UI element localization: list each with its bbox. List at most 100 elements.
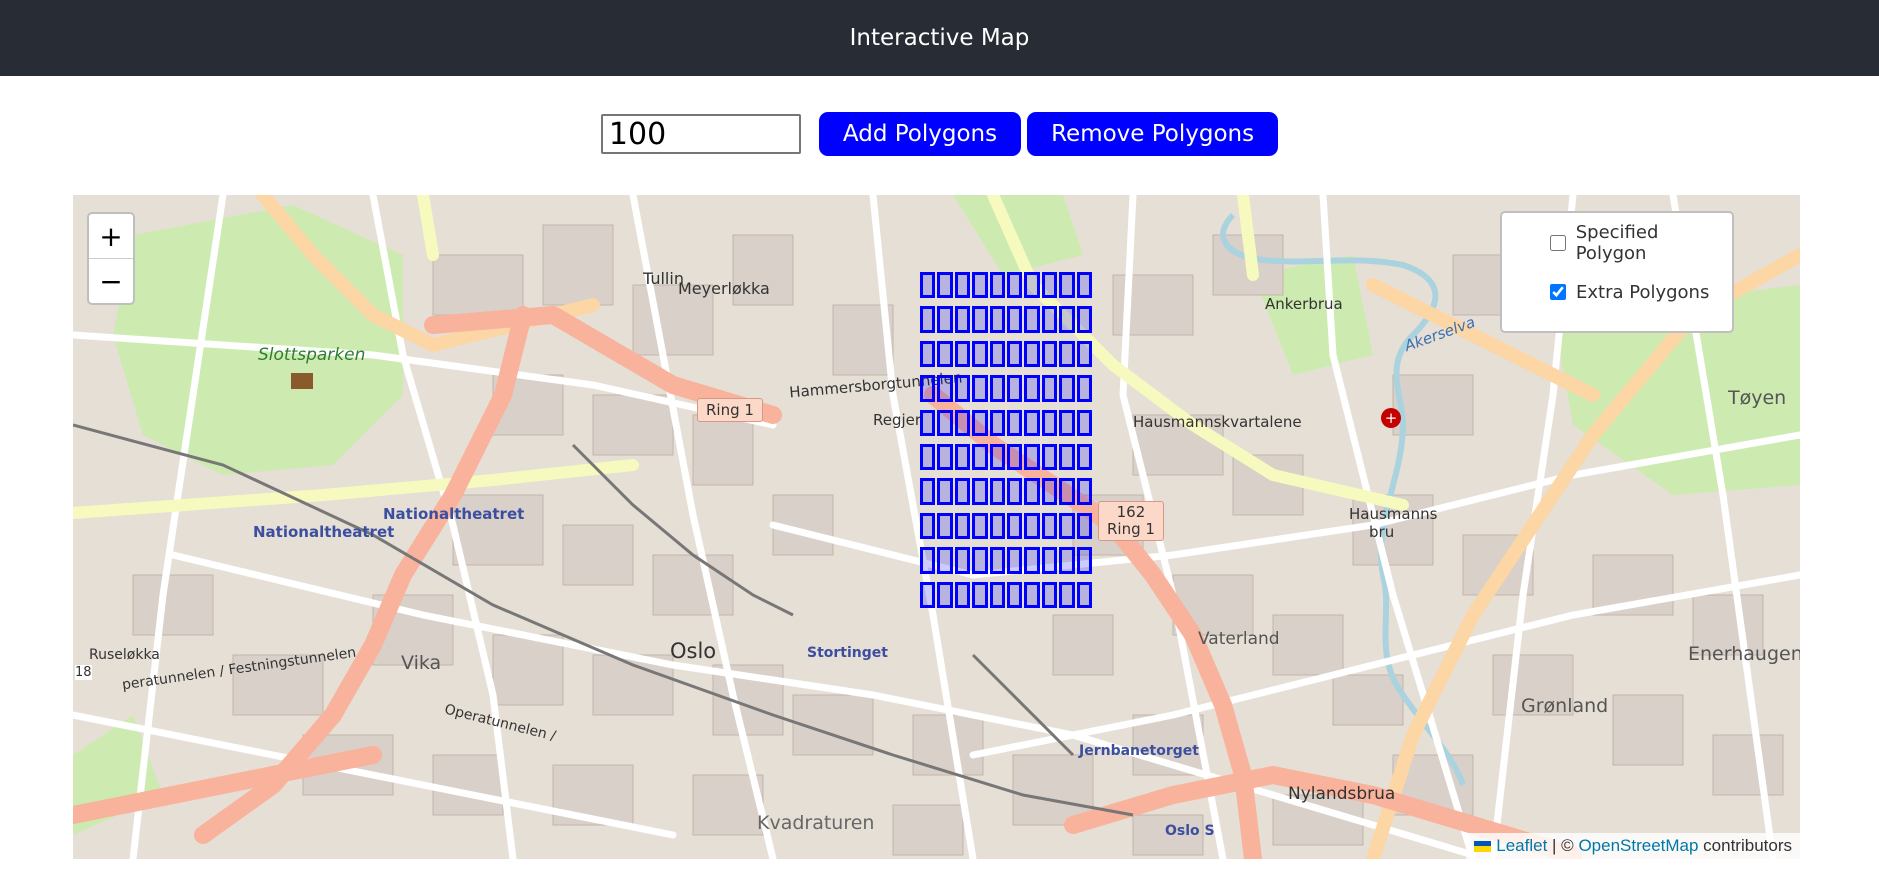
extra-polygon[interactable]: [1059, 306, 1075, 333]
extra-polygon[interactable]: [954, 272, 971, 299]
extra-polygon[interactable]: [937, 478, 953, 505]
extra-polygon[interactable]: [954, 340, 971, 368]
extra-polygon[interactable]: [989, 306, 1005, 333]
extra-polygon[interactable]: [920, 409, 936, 436]
layer-extra-polygons[interactable]: Extra Polygons: [1550, 280, 1732, 304]
extra-polygon[interactable]: [1024, 409, 1040, 436]
extra-polygon[interactable]: [954, 409, 971, 436]
extra-polygon[interactable]: [972, 444, 988, 471]
extra-polygon[interactable]: [1041, 547, 1058, 574]
extra-polygon[interactable]: [937, 340, 953, 368]
extra-polygon[interactable]: [1076, 272, 1092, 299]
extra-polygon[interactable]: [920, 581, 936, 608]
openstreetmap-link[interactable]: OpenStreetMap: [1578, 836, 1698, 856]
extra-polygon[interactable]: [1041, 272, 1058, 299]
extra-polygon[interactable]: [1076, 375, 1092, 402]
extra-polygon[interactable]: [1007, 306, 1023, 333]
extra-polygon[interactable]: [1076, 547, 1092, 574]
extra-polygon[interactable]: [989, 409, 1005, 436]
extra-polygon[interactable]: [1024, 478, 1040, 505]
extra-polygon[interactable]: [937, 547, 953, 574]
extra-polygon[interactable]: [1076, 306, 1092, 333]
extra-polygon[interactable]: [920, 512, 936, 540]
extra-polygon[interactable]: [989, 340, 1005, 368]
extra-polygon[interactable]: [1024, 340, 1040, 368]
extra-polygon[interactable]: [1007, 375, 1023, 402]
extra-polygon[interactable]: [1041, 444, 1058, 471]
specified-polygon-checkbox[interactable]: [1550, 235, 1566, 251]
extra-polygon[interactable]: [1059, 444, 1075, 471]
extra-polygon[interactable]: [972, 478, 988, 505]
extra-polygon[interactable]: [1024, 272, 1040, 299]
extra-polygon[interactable]: [972, 306, 988, 333]
extra-polygon[interactable]: [1024, 375, 1040, 402]
extra-polygon[interactable]: [920, 306, 936, 333]
extra-polygon[interactable]: [1007, 444, 1023, 471]
extra-polygon[interactable]: [937, 581, 953, 608]
extra-polygon[interactable]: [920, 272, 936, 299]
extra-polygon[interactable]: [1076, 581, 1092, 608]
extra-polygon[interactable]: [989, 512, 1005, 540]
extra-polygon[interactable]: [972, 512, 988, 540]
extra-polygon[interactable]: [1007, 272, 1023, 299]
extra-polygon[interactable]: [954, 478, 971, 505]
extra-polygon[interactable]: [937, 375, 953, 402]
extra-polygon[interactable]: [1076, 340, 1092, 368]
extra-polygon[interactable]: [1024, 581, 1040, 608]
zoom-out-button[interactable]: −: [89, 258, 133, 303]
extra-polygon[interactable]: [1041, 340, 1058, 368]
map-container[interactable]: + Tullin Meyerløkka Slottsparken Nationa…: [73, 195, 1800, 859]
extra-polygon[interactable]: [989, 581, 1005, 608]
extra-polygon[interactable]: [1007, 409, 1023, 436]
extra-polygon[interactable]: [972, 581, 988, 608]
extra-polygon[interactable]: [1076, 444, 1092, 471]
remove-polygons-button[interactable]: Remove Polygons: [1027, 112, 1279, 156]
extra-polygon[interactable]: [920, 340, 936, 368]
polygon-count-input[interactable]: [600, 114, 801, 154]
extra-polygon[interactable]: [972, 340, 988, 368]
extra-polygon[interactable]: [1076, 409, 1092, 436]
extra-polygon[interactable]: [920, 444, 936, 471]
extra-polygon[interactable]: [937, 512, 953, 540]
extra-polygon[interactable]: [972, 409, 988, 436]
extra-polygon[interactable]: [989, 444, 1005, 471]
zoom-in-button[interactable]: +: [89, 214, 133, 258]
extra-polygon[interactable]: [1041, 478, 1058, 505]
extra-polygon[interactable]: [1041, 581, 1058, 608]
extra-polygon[interactable]: [920, 478, 936, 505]
extra-polygon[interactable]: [954, 512, 971, 540]
extra-polygon[interactable]: [989, 478, 1005, 505]
extra-polygon[interactable]: [1059, 547, 1075, 574]
extra-polygon[interactable]: [972, 375, 988, 402]
extra-polygon[interactable]: [989, 375, 1005, 402]
extra-polygon[interactable]: [1007, 547, 1023, 574]
extra-polygon[interactable]: [1076, 478, 1092, 505]
extra-polygon[interactable]: [954, 581, 971, 608]
extra-polygon[interactable]: [954, 547, 971, 574]
extra-polygon[interactable]: [1007, 478, 1023, 505]
extra-polygon[interactable]: [1059, 581, 1075, 608]
extra-polygon[interactable]: [1024, 306, 1040, 333]
add-polygons-button[interactable]: Add Polygons: [818, 112, 1022, 156]
extra-polygon[interactable]: [972, 272, 988, 299]
extra-polygon[interactable]: [1076, 512, 1092, 540]
extra-polygons-checkbox[interactable]: [1550, 284, 1566, 300]
extra-polygon[interactable]: [937, 306, 953, 333]
extra-polygon[interactable]: [937, 444, 953, 471]
extra-polygon[interactable]: [1041, 306, 1058, 333]
extra-polygon[interactable]: [920, 375, 936, 402]
extra-polygon[interactable]: [989, 547, 1005, 574]
extra-polygon[interactable]: [1059, 375, 1075, 402]
extra-polygon[interactable]: [1024, 444, 1040, 471]
layer-specified-polygon[interactable]: Specified Polygon: [1550, 222, 1732, 264]
extra-polygon[interactable]: [954, 375, 971, 402]
extra-polygon[interactable]: [972, 547, 988, 574]
extra-polygon[interactable]: [954, 306, 971, 333]
extra-polygon[interactable]: [1007, 581, 1023, 608]
extra-polygon[interactable]: [1059, 340, 1075, 368]
extra-polygon[interactable]: [1024, 512, 1040, 540]
extra-polygon[interactable]: [1024, 547, 1040, 574]
extra-polygon[interactable]: [1041, 409, 1058, 436]
extra-polygon[interactable]: [920, 547, 936, 574]
extra-polygon[interactable]: [1007, 512, 1023, 540]
